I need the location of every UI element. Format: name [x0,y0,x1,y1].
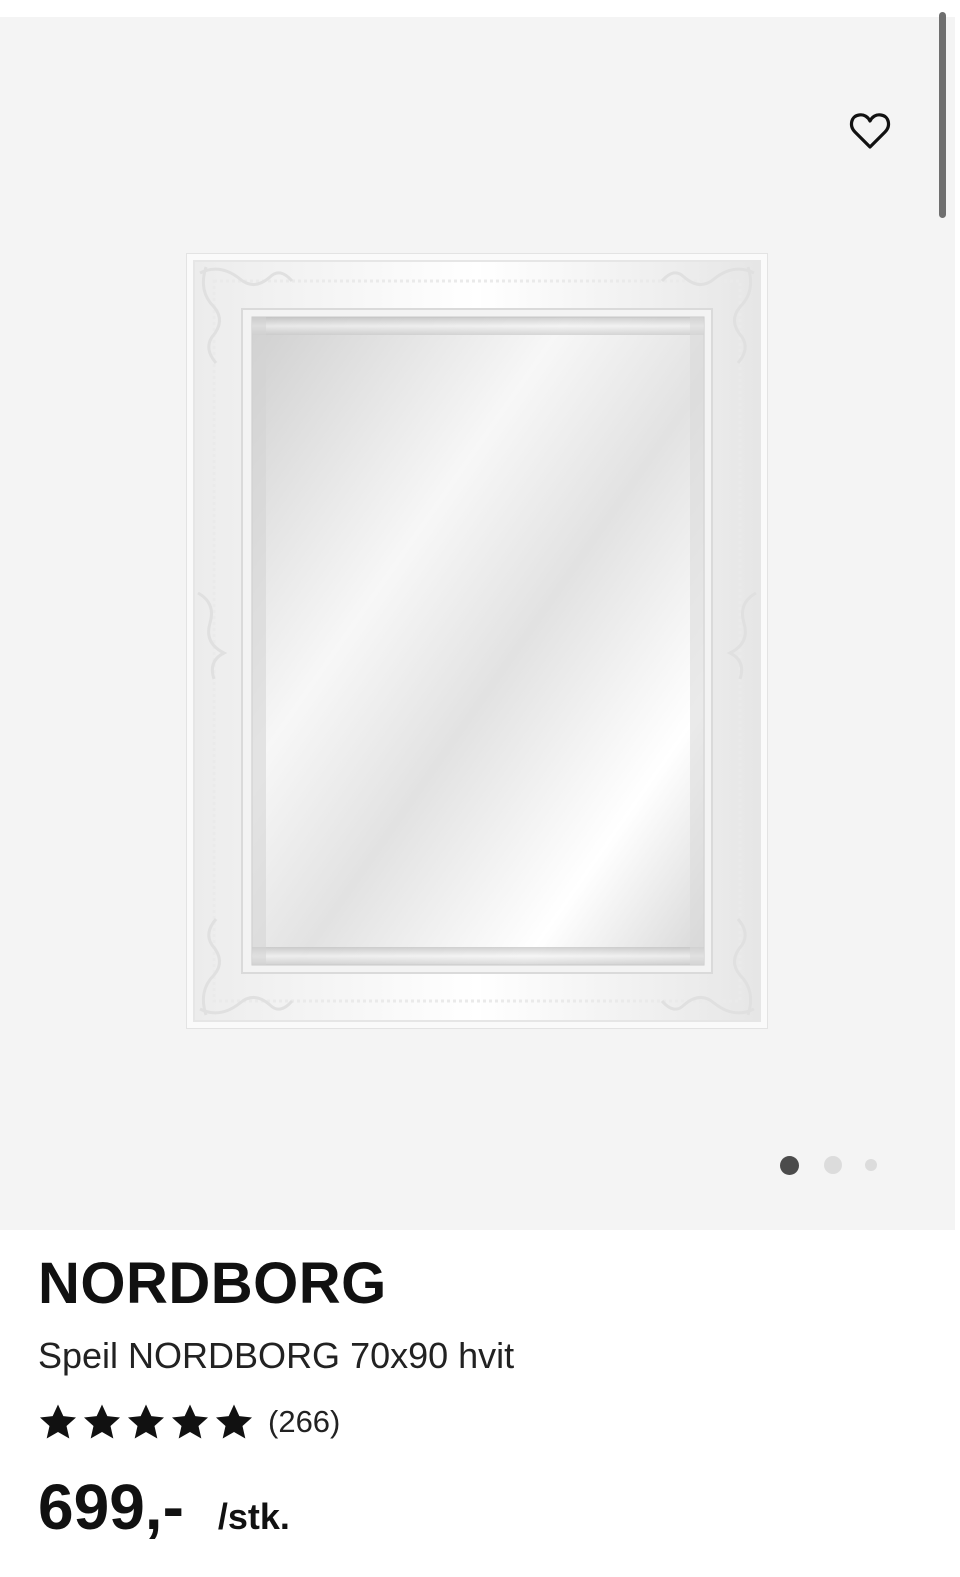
star-icon [40,1404,76,1439]
favorite-button[interactable] [846,107,894,155]
carousel-dot-1[interactable] [780,1155,799,1175]
star-icon [84,1404,120,1439]
product-image-mirror[interactable] [186,253,768,1029]
product-brand: NORDBORG [38,1251,387,1316]
carousel-dots [780,1155,877,1175]
price-unit: /stk. [217,1496,290,1537]
star-icon [128,1404,164,1439]
product-rating[interactable]: (266) [38,1400,340,1444]
heart-icon [849,113,891,149]
price-row: 699,- /stk. [38,1470,290,1544]
carousel-dot-2[interactable] [824,1156,842,1174]
scrollbar[interactable] [939,12,946,218]
carousel-dot-3[interactable] [865,1159,877,1171]
product-name: Speil NORDBORG 70x90 hvit [38,1335,515,1376]
product-price: 699,- [38,1471,184,1543]
star-icon [216,1404,252,1439]
product-image-gallery[interactable] [0,17,955,1230]
star-icon [172,1404,208,1439]
rating-stars [38,1402,258,1442]
review-count[interactable]: (266) [268,1404,340,1440]
